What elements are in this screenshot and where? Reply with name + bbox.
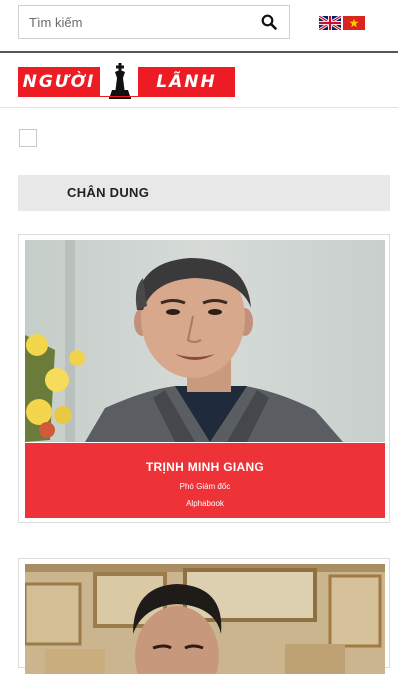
search-box[interactable] — [18, 5, 290, 39]
logo-divider — [0, 107, 398, 108]
search-input[interactable] — [29, 13, 249, 31]
logo-text-right: LÃNH ĐẠO — [138, 67, 235, 122]
menu-toggle-checkbox[interactable] — [19, 129, 37, 147]
profile-company: Alphabook — [186, 499, 224, 508]
header-divider — [0, 51, 398, 53]
site-logo[interactable]: NGƯỜI LÃNH ĐẠO — [18, 63, 235, 122]
profile-photo[interactable] — [25, 564, 385, 674]
chess-king-icon — [109, 63, 131, 99]
profile-position: Phó Giám đốc — [179, 482, 231, 491]
vietnam-flag-icon[interactable] — [343, 16, 365, 30]
search-icon[interactable] — [261, 14, 277, 30]
section-title: CHÂN DUNG — [67, 185, 150, 200]
uk-flag-icon[interactable] — [319, 16, 341, 30]
profile-caption[interactable]: TRỊNH MINH GIANG Phó Giám đốc Alphabook — [25, 443, 385, 518]
profile-card[interactable]: TRỊNH MINH GIANG Phó Giám đốc Alphabook — [18, 234, 390, 523]
profile-card[interactable] — [18, 558, 390, 674]
profile-name[interactable]: TRỊNH MINH GIANG — [25, 460, 385, 474]
logo-text-left: NGƯỜI — [18, 67, 100, 97]
section-header[interactable]: CHÂN DUNG — [18, 175, 390, 211]
profile-photo[interactable] — [25, 240, 385, 442]
logo-underline — [18, 96, 235, 97]
